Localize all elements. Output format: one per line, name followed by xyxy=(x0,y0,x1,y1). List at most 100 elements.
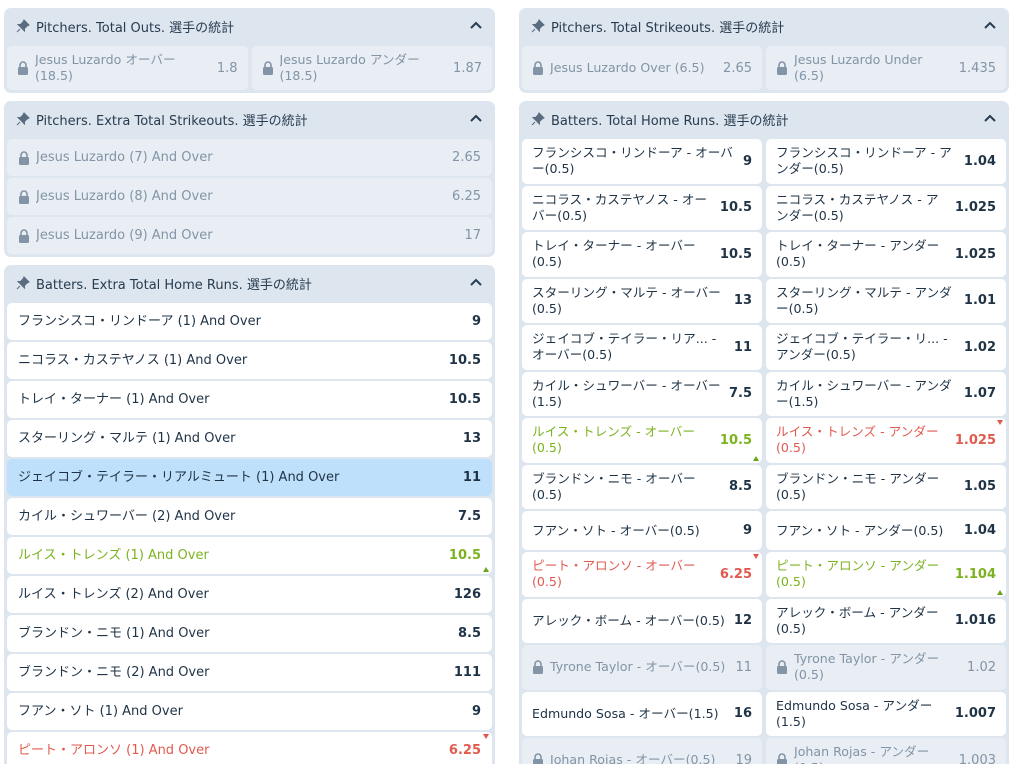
odds-row[interactable]: ルイス・トレンズ (2) And Over 126 xyxy=(7,576,492,613)
selection-label: Edmundo Sosa - アンダー(1.5) xyxy=(776,697,933,729)
odds-value: 1.05 xyxy=(963,479,996,495)
right-column: Pitchers. Total Strikeouts. 選手の統計 Jesus … xyxy=(519,8,1009,764)
over-cell[interactable]: アレック・ボーム - オーバー(0.5) 12 xyxy=(522,598,762,643)
panel-pitchers-extra-strikeouts: Pitchers. Extra Total Strikeouts. 選手の統計 … xyxy=(4,101,495,257)
pin-icon[interactable] xyxy=(531,19,545,33)
under-cell[interactable]: ブランドン・ニモ - アンダー(0.5) 1.05 xyxy=(766,464,1006,509)
lock-icon xyxy=(776,753,788,764)
selection-label: フランシスコ・リンドーア - アンダー(0.5) xyxy=(776,145,952,177)
selection-label: フアン・ソト - アンダー(0.5) xyxy=(776,522,944,538)
over-cell[interactable]: スターリング・マルテ - オーバー(0.5) 13 xyxy=(522,278,762,323)
table-row: カイル・シュワーバー - オーバー(1.5) 7.5 カイル・シュワーバー - ア… xyxy=(522,371,1006,416)
chevron-up-icon[interactable] xyxy=(469,19,483,33)
chevron-up-icon[interactable] xyxy=(983,19,997,33)
odds-value: 12 xyxy=(733,613,752,629)
lock-icon xyxy=(17,61,29,75)
selection-label: トレイ・ターナー - アンダー(0.5) xyxy=(776,238,940,270)
odds-value: 19 xyxy=(735,752,752,764)
odds-row[interactable]: フアン・ソト (1) And Over 9 xyxy=(7,693,492,730)
odds-value: 8.5 xyxy=(457,626,481,641)
table-row: ブランドン・ニモ - オーバー(0.5) 8.5 ブランドン・ニモ - アンダー(… xyxy=(522,464,1006,509)
pin-icon[interactable] xyxy=(531,112,545,126)
chevron-up-icon[interactable] xyxy=(469,112,483,126)
under-cell[interactable]: トレイ・ターナー - アンダー(0.5) 1.025 xyxy=(766,232,1006,277)
selection-label: フランシスコ・リンドーア - オーバー(0.5) xyxy=(532,145,733,177)
under-cell[interactable]: スターリング・マルテ - アンダー(0.5) 1.01 xyxy=(766,278,1006,323)
odds-row[interactable]: スターリング・マルテ (1) And Over 13 xyxy=(7,420,492,457)
odds-value: 9 xyxy=(742,523,752,538)
odds-value: 1.87 xyxy=(453,60,482,76)
under-cell[interactable]: ルイス・トレンズ - アンダー(0.5) 1.025 xyxy=(766,418,1006,463)
odds-value: 7.5 xyxy=(457,509,481,524)
odds-value: 2.65 xyxy=(723,60,752,76)
over-cell[interactable]: ジェイコブ・テイラー・リア... - オーバー(0.5) 11 xyxy=(522,325,762,370)
odds-row[interactable]: ブランドン・ニモ (1) And Over 8.5 xyxy=(7,615,492,652)
pin-icon[interactable] xyxy=(16,19,30,33)
odds-value: 10.5 xyxy=(719,246,752,262)
over-cell[interactable]: ピート・アロンソ - オーバー(0.5) 6.25 xyxy=(522,552,762,597)
odds-row[interactable]: ブランドン・ニモ (2) And Over 111 xyxy=(7,654,492,691)
odds-row[interactable]: ピート・アロンソ (1) And Over 6.25 xyxy=(7,732,492,764)
selection-label: スターリング・マルテ - アンダー(0.5) xyxy=(776,284,952,316)
over-cell[interactable]: フアン・ソト - オーバー(0.5) 9 xyxy=(522,511,762,550)
chevron-up-icon[interactable] xyxy=(983,112,997,126)
over-cell[interactable]: ルイス・トレンズ - オーバー(0.5) 10.5 xyxy=(522,418,762,463)
over-cell[interactable]: Edmundo Sosa - オーバー(1.5) 16 xyxy=(522,691,762,736)
odds-up-icon xyxy=(483,567,489,572)
chevron-up-icon[interactable] xyxy=(469,276,483,290)
selection-label: ジェイコブ・テイラー・リ... - アンダー(0.5) xyxy=(776,331,948,363)
odds-value: 1.104 xyxy=(954,566,996,582)
selection-label: ルイス・トレンズ - オーバー(0.5) xyxy=(532,424,695,456)
odds-row[interactable]: フランシスコ・リンドーア (1) And Over 9 xyxy=(7,303,492,340)
odds-value: 1.02 xyxy=(967,659,996,675)
under-cell[interactable]: フアン・ソト - アンダー(0.5) 1.04 xyxy=(766,511,1006,550)
lock-icon xyxy=(262,61,274,75)
odds-row[interactable]: カイル・シュワーバー (2) And Over 7.5 xyxy=(7,498,492,535)
odds-row[interactable]: ニコラス・カステヤノス (1) And Over 10.5 xyxy=(7,342,492,379)
pin-icon[interactable] xyxy=(16,276,30,290)
table-row: ルイス・トレンズ - オーバー(0.5) 10.5 ルイス・トレンズ - アンダー… xyxy=(522,418,1006,463)
over-cell[interactable]: ニコラス・カステヤノス - オーバー(0.5) 10.5 xyxy=(522,185,762,230)
odds-value: 6.25 xyxy=(452,189,481,204)
under-cell[interactable]: カイル・シュワーバー - アンダー(1.5) 1.07 xyxy=(766,371,1006,416)
odds-cell: Jesus Luzardo Over (6.5) 2.65 xyxy=(522,46,762,90)
over-cell[interactable]: カイル・シュワーバー - オーバー(1.5) 7.5 xyxy=(522,371,762,416)
under-cell[interactable]: ピート・アロンソ - アンダー(0.5) 1.104 xyxy=(766,552,1006,597)
panel-header[interactable]: Batters. Total Home Runs. 選手の統計 xyxy=(519,101,1009,137)
panel-title: Batters. Total Home Runs. 選手の統計 xyxy=(551,113,789,129)
odds-value: 1.02 xyxy=(963,339,996,355)
panel-header[interactable]: Pitchers. Total Outs. 選手の統計 xyxy=(4,8,495,44)
selection-label: スターリング・マルテ (1) And Over xyxy=(18,430,236,446)
odds-value: 111 xyxy=(453,665,481,680)
over-cell: Tyrone Taylor - オーバー(0.5) 11 xyxy=(522,645,762,690)
over-cell[interactable]: トレイ・ターナー - オーバー(0.5) 10.5 xyxy=(522,232,762,277)
odds-row[interactable]: トレイ・ターナー (1) And Over 10.5 xyxy=(7,381,492,418)
under-cell[interactable]: Edmundo Sosa - アンダー(1.5) 1.007 xyxy=(766,691,1006,736)
over-cell[interactable]: ブランドン・ニモ - オーバー(0.5) 8.5 xyxy=(522,464,762,509)
odds-value: 7.5 xyxy=(728,386,752,402)
odds-row-selected[interactable]: ジェイコブ・テイラー・リアルミュート (1) And Over 11 xyxy=(7,459,492,496)
under-cell[interactable]: ニコラス・カステヤノス - アンダー(0.5) 1.025 xyxy=(766,185,1006,230)
odds-row: Jesus Luzardo (7) And Over 2.65 xyxy=(7,139,492,176)
table-row: フアン・ソト - オーバー(0.5) 9 フアン・ソト - アンダー(0.5) 1.… xyxy=(522,511,1006,550)
panel-header[interactable]: Batters. Extra Total Home Runs. 選手の統計 xyxy=(4,265,495,301)
selection-label: ジェイコブ・テイラー・リアルミュート (1) And Over xyxy=(18,469,340,485)
odds-row[interactable]: ルイス・トレンズ (1) And Over 10.5 xyxy=(7,537,492,574)
under-cell[interactable]: フランシスコ・リンドーア - アンダー(0.5) 1.04 xyxy=(766,139,1006,184)
odds-down-icon xyxy=(753,554,759,559)
panel-header[interactable]: Pitchers. Total Strikeouts. 選手の統計 xyxy=(519,8,1009,44)
odds-value: 9 xyxy=(742,153,752,169)
pin-icon[interactable] xyxy=(16,112,30,126)
under-cell[interactable]: アレック・ボーム - アンダー(0.5) 1.016 xyxy=(766,598,1006,643)
over-cell[interactable]: フランシスコ・リンドーア - オーバー(0.5) 9 xyxy=(522,139,762,184)
under-cell[interactable]: ジェイコブ・テイラー・リ... - アンダー(0.5) 1.02 xyxy=(766,325,1006,370)
odds-value: 1.01 xyxy=(963,293,996,309)
panel-header[interactable]: Pitchers. Extra Total Strikeouts. 選手の統計 xyxy=(4,101,495,137)
odds-value: 9 xyxy=(471,704,481,719)
table-row: トレイ・ターナー - オーバー(0.5) 10.5 トレイ・ターナー - アンダー… xyxy=(522,232,1006,277)
selection-label: ピート・アロンソ (1) And Over xyxy=(18,742,210,758)
under-cell: Johan Rojas - アンダー(0.5) 1.003 xyxy=(766,738,1006,764)
selection-label: ブランドン・ニモ - オーバー(0.5) xyxy=(532,470,696,502)
odds-value: 2.65 xyxy=(452,150,481,165)
odds-value: 126 xyxy=(453,587,481,602)
